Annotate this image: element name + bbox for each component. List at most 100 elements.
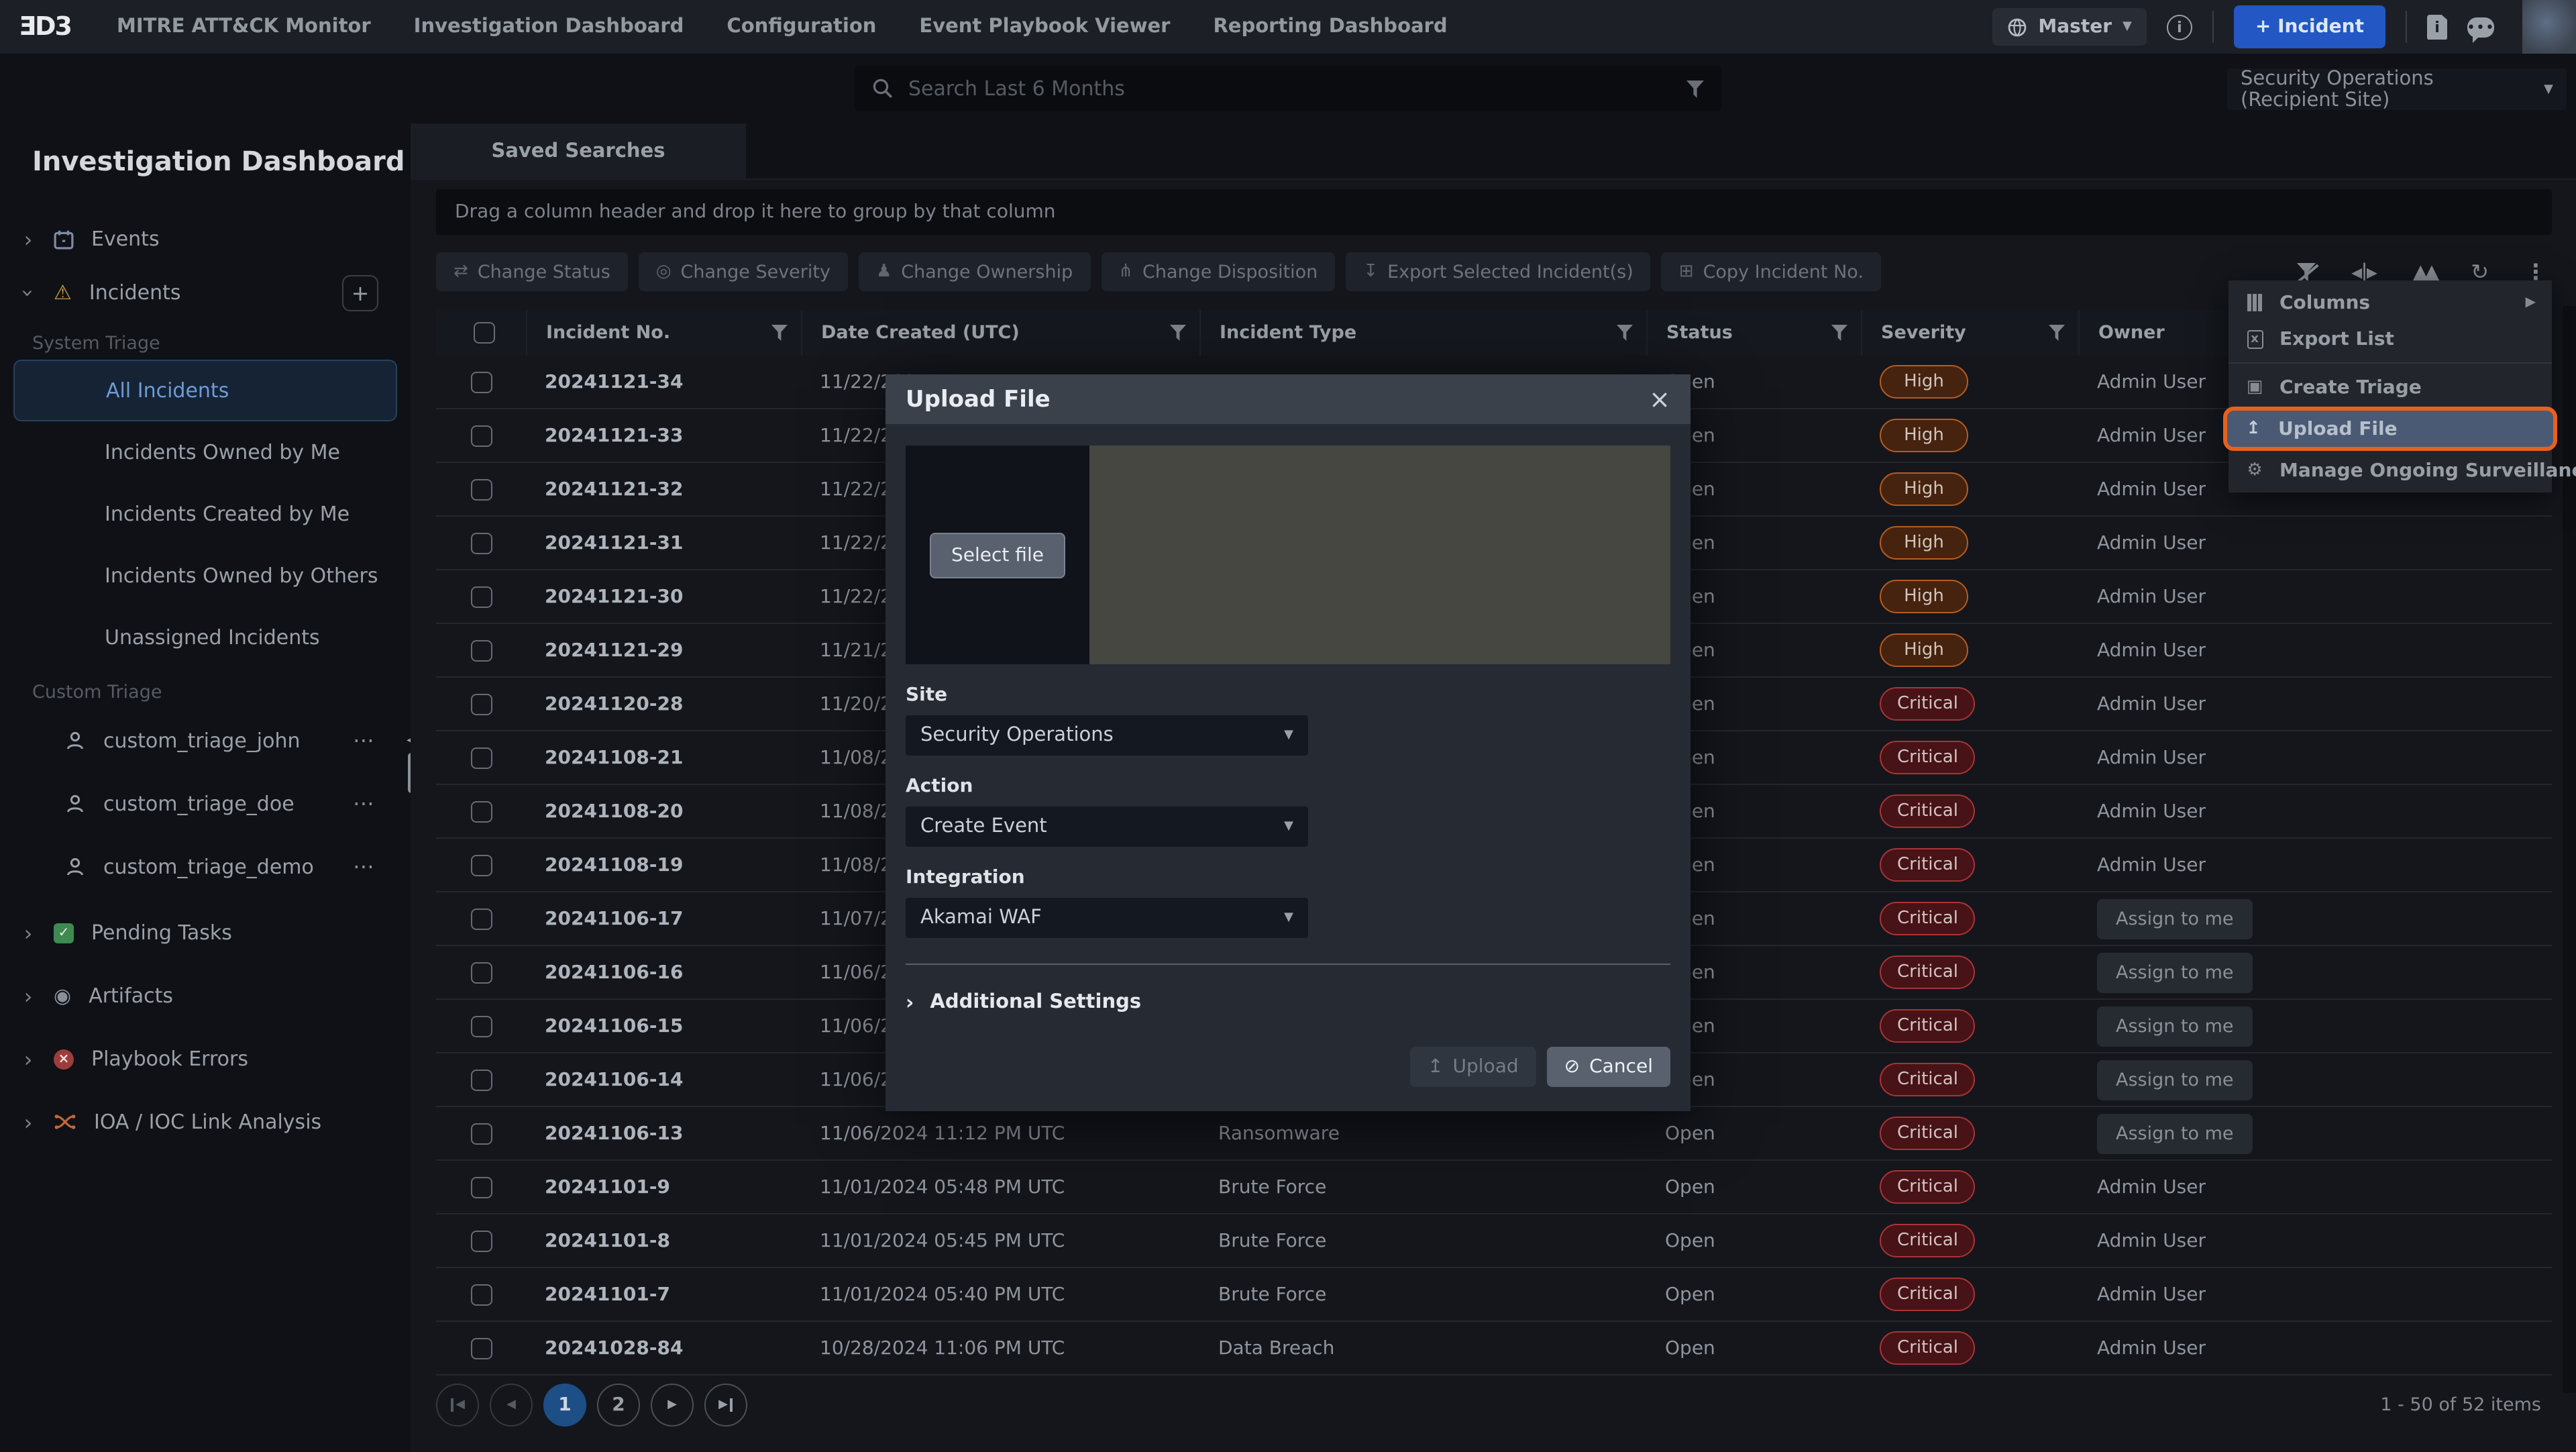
column-filter-icon[interactable] [1617, 325, 1633, 341]
sidebar-item-playbook-errors[interactable]: › × Playbook Errors [0, 1032, 411, 1086]
column-header-status[interactable]: Status [1646, 310, 1861, 356]
prev-page-button[interactable]: ◀ [490, 1383, 533, 1426]
sidebar-item-incidents[interactable]: › ⚠ Incidents + [0, 266, 411, 319]
page-1-button[interactable]: 1 [543, 1383, 586, 1426]
table-row[interactable]: 20241101-9 11/01/2024 05:48 PM UTC Brute… [436, 1161, 2552, 1214]
row-checkbox[interactable] [470, 532, 492, 554]
bulk-action-button[interactable]: ◎ Change Severity [639, 252, 848, 291]
sidebar-item-triage[interactable]: Incidents Owned by Me [0, 421, 411, 483]
bulk-action-button[interactable]: ⋔ Change Disposition [1101, 252, 1335, 291]
sidebar-item-custom-triage[interactable]: custom_triage_doe ⋯ [0, 772, 411, 835]
add-triage-button[interactable]: + [342, 274, 378, 311]
sidebar-item-artifacts[interactable]: › ◉ Artifacts [0, 969, 411, 1023]
column-header-incident-no[interactable]: Incident No. [526, 310, 801, 356]
assign-to-me-button[interactable]: Assign to me [2097, 952, 2253, 992]
additional-settings-toggle[interactable]: › Additional Settings [906, 990, 1670, 1015]
table-row[interactable]: 20241106-13 11/06/2024 11:12 PM UTC Rans… [436, 1107, 2552, 1161]
row-checkbox[interactable] [470, 1230, 492, 1251]
chat-icon[interactable]: ••• [2467, 17, 2494, 37]
row-checkbox[interactable] [470, 693, 492, 715]
clear-filters-icon[interactable] [2296, 262, 2315, 281]
integration-select[interactable]: Akamai WAF ▼ [906, 898, 1308, 938]
table-row[interactable]: 20241101-8 11/01/2024 05:45 PM UTC Brute… [436, 1214, 2552, 1268]
row-checkbox[interactable] [470, 1123, 492, 1144]
bulk-action-button[interactable]: ⇄ Change Status [436, 252, 628, 291]
sidebar-item-custom-triage[interactable]: custom_triage_john ⋯ [0, 709, 411, 772]
bulk-action-button[interactable]: ↧ Export Selected Incident(s) [1346, 252, 1650, 291]
row-checkbox[interactable] [470, 1069, 492, 1090]
column-header-severity[interactable]: Severity [1861, 310, 2078, 356]
menu-item-manage-surveillance[interactable]: ⚙ Manage Ongoing Surveillance [2229, 452, 2552, 488]
assign-to-me-button[interactable]: Assign to me [2097, 1113, 2253, 1153]
row-checkbox[interactable] [470, 1176, 492, 1198]
row-checkbox[interactable] [470, 962, 492, 983]
column-filter-icon[interactable] [1831, 325, 1847, 341]
bulk-action-button[interactable]: ⊞ Copy Incident No. [1662, 252, 1881, 291]
filter-icon[interactable] [1686, 80, 1704, 97]
more-options-icon[interactable]: ⋯ [353, 727, 411, 753]
table-row[interactable]: 20241028-84 10/28/2024 11:06 PM UTC Data… [436, 1322, 2552, 1376]
row-checkbox[interactable] [470, 371, 492, 393]
row-checkbox[interactable] [470, 908, 492, 929]
page-2-button[interactable]: 2 [597, 1383, 640, 1426]
assign-to-me-button[interactable]: Assign to me [2097, 898, 2253, 939]
more-options-icon[interactable]: ⋯ [353, 853, 411, 879]
last-page-button[interactable]: ▶ [704, 1383, 747, 1426]
sidebar-item-triage[interactable]: Unassigned Incidents [0, 607, 411, 668]
action-select[interactable]: Create Event ▼ [906, 807, 1308, 847]
main-menu-item[interactable]: Event Playbook Viewer [919, 16, 1170, 38]
column-filter-icon[interactable] [2049, 325, 2065, 341]
recipient-site-selector[interactable]: Security Operations (Recipient Site) ▼ [2227, 68, 2567, 110]
info-icon[interactable]: i [2167, 14, 2192, 40]
sidebar-item-ioa-ioc[interactable]: › IOA / IOC Link Analysis [0, 1095, 411, 1149]
row-checkbox[interactable] [470, 1337, 492, 1359]
site-select[interactable]: Security Operations ▼ [906, 715, 1308, 756]
row-checkbox[interactable] [470, 425, 492, 446]
cancel-button[interactable]: ⊘ Cancel [1547, 1047, 1670, 1087]
column-filter-icon[interactable] [771, 325, 788, 341]
search-input[interactable] [908, 76, 1672, 101]
upload-button[interactable]: ↥ Upload [1410, 1047, 1536, 1087]
sidebar-item-triage[interactable]: Incidents Created by Me [0, 483, 411, 545]
row-checkbox[interactable] [470, 478, 492, 500]
row-checkbox[interactable] [470, 854, 492, 876]
next-page-button[interactable]: ▶ [651, 1383, 694, 1426]
avatar[interactable] [2522, 0, 2576, 54]
menu-item-upload-file[interactable]: ↥ Upload File [2223, 407, 2557, 451]
select-file-button[interactable]: Select file [930, 532, 1065, 578]
select-all-checkbox[interactable] [473, 322, 494, 344]
row-checkbox[interactable] [470, 1015, 492, 1037]
sidebar-item-triage[interactable]: Incidents Owned by Others [0, 545, 411, 607]
column-header-date-created[interactable]: Date Created (UTC) [801, 310, 1199, 356]
menu-item-create-triage[interactable]: ▣ Create Triage [2229, 369, 2552, 405]
global-search[interactable] [855, 66, 1721, 111]
assign-to-me-button[interactable]: Assign to me [2097, 1059, 2253, 1100]
sidebar-item-triage[interactable]: All Incidents [13, 360, 397, 421]
sidebar-item-custom-triage[interactable]: custom_triage_demo ⋯ [0, 835, 411, 898]
main-menu-item[interactable]: Reporting Dashboard [1213, 16, 1447, 38]
column-header-incident-type[interactable]: Incident Type [1199, 310, 1646, 356]
menu-item-columns[interactable]: Columns ▶ [2229, 284, 2552, 321]
more-options-icon[interactable]: ⋯ [353, 790, 411, 816]
tab-saved-searches[interactable]: Saved Searches [411, 123, 746, 180]
row-checkbox[interactable] [470, 747, 492, 768]
bulk-action-button[interactable]: ♟ Change Ownership [859, 252, 1090, 291]
row-checkbox[interactable] [470, 639, 492, 661]
close-icon[interactable]: × [1649, 384, 1670, 414]
main-menu-item[interactable]: Investigation Dashboard [414, 16, 684, 38]
assign-to-me-button[interactable]: Assign to me [2097, 1006, 2253, 1046]
sidebar-item-events[interactable]: › Events [0, 212, 411, 266]
drop-area[interactable] [1089, 446, 1670, 664]
row-checkbox[interactable] [470, 800, 492, 822]
row-checkbox[interactable] [470, 586, 492, 607]
release-notes-icon[interactable]: i [2427, 14, 2447, 40]
table-row[interactable]: 20241101-7 11/01/2024 05:40 PM UTC Brute… [436, 1268, 2552, 1322]
master-site-dropdown[interactable]: Master ▼ [1992, 8, 2146, 46]
menu-item-export-list[interactable]: x Export List [2229, 321, 2552, 357]
row-checkbox[interactable] [470, 1284, 492, 1305]
add-incident-button[interactable]: + Incident [2234, 5, 2385, 48]
column-filter-icon[interactable] [1170, 325, 1186, 341]
first-page-button[interactable]: ◀ [436, 1383, 479, 1426]
main-menu-item[interactable]: Configuration [727, 16, 876, 38]
group-by-dropzone[interactable]: Drag a column header and drop it here to… [436, 189, 2552, 235]
